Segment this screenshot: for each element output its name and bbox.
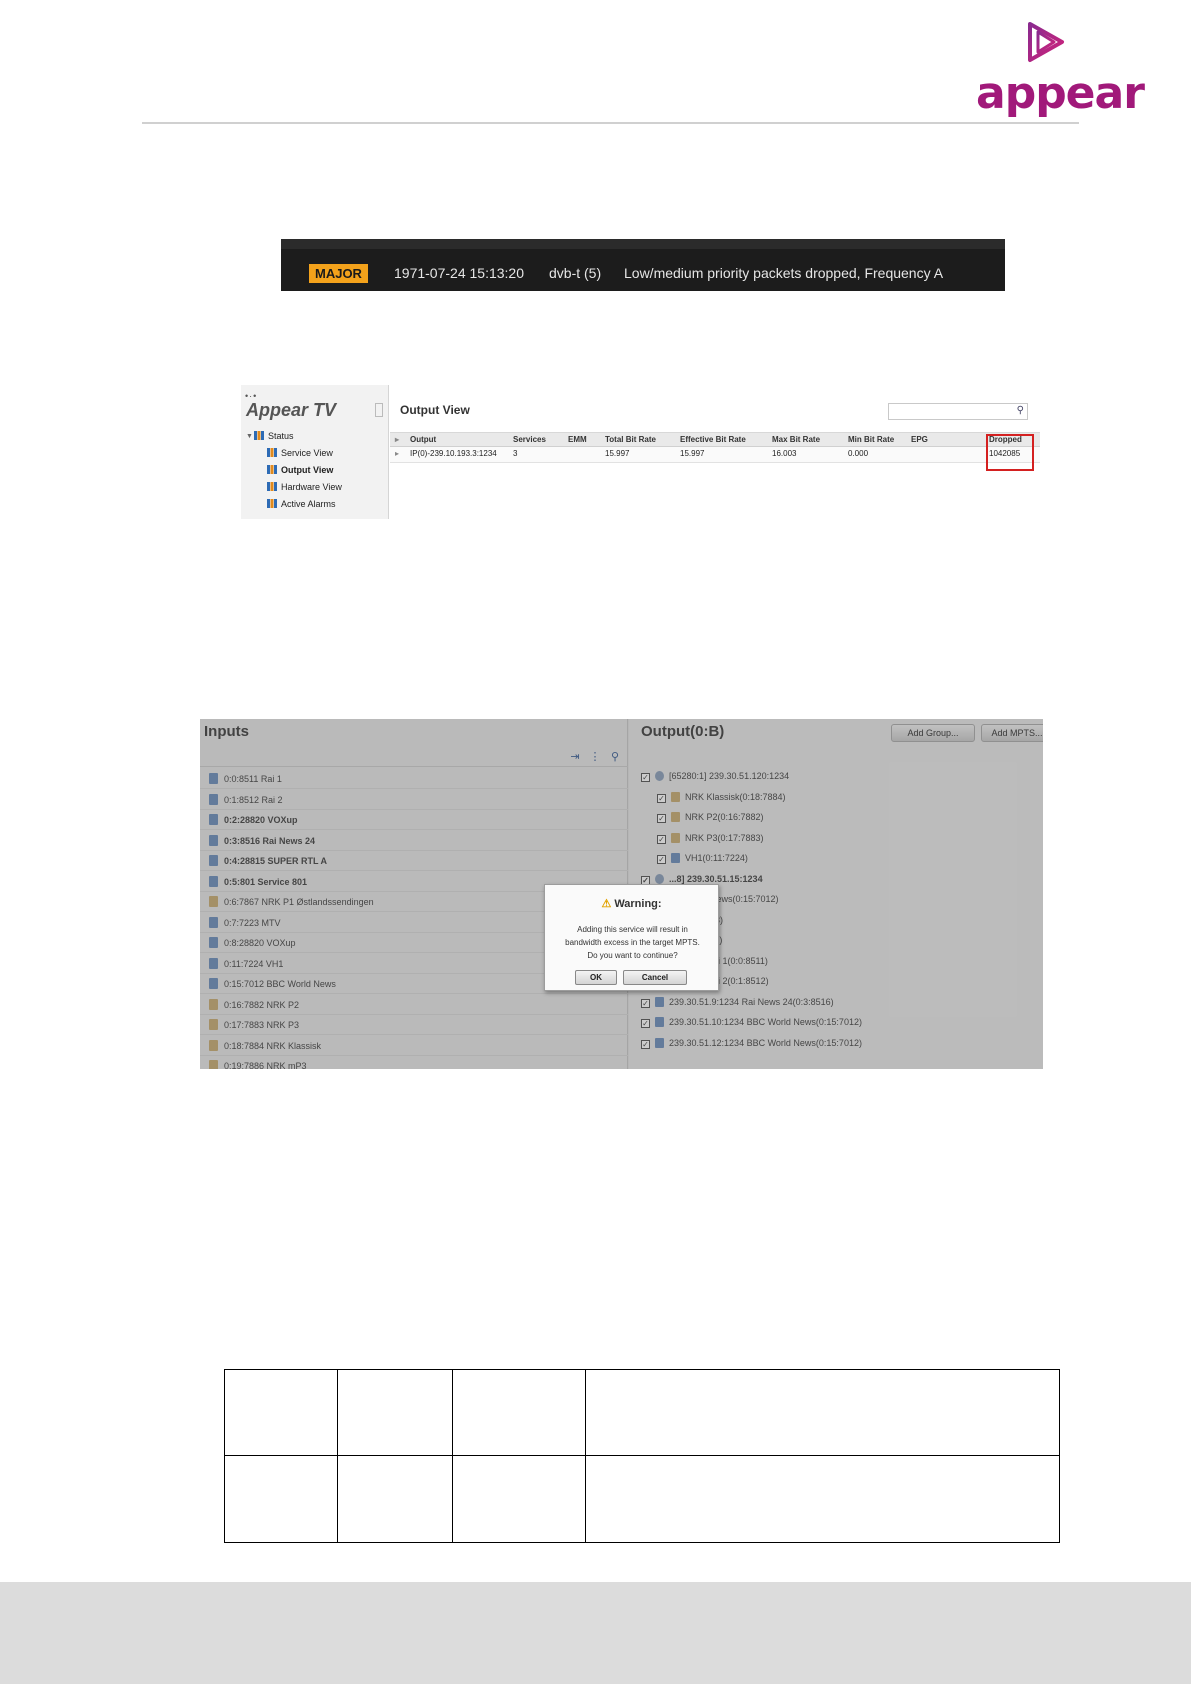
page-footer-band bbox=[0, 1582, 1191, 1684]
tree-item-hardware-view[interactable]: Hardware View bbox=[267, 482, 342, 492]
play-triangle-icon bbox=[1028, 22, 1064, 62]
bar-chart-icon bbox=[267, 499, 277, 508]
tree-item-service-view[interactable]: Service View bbox=[267, 448, 333, 458]
cell-output: IP(0)-239.10.193.3:1234 bbox=[410, 449, 497, 458]
cell-total-bit-rate: 15.997 bbox=[605, 449, 630, 458]
col-effective-bit-rate[interactable]: Effective Bit Rate bbox=[680, 435, 746, 444]
appear-logo: appear bbox=[976, 18, 1145, 119]
warning-title: ⚠ Warning: bbox=[601, 898, 662, 910]
table-cell bbox=[452, 1369, 586, 1456]
col-epg[interactable]: EPG bbox=[911, 435, 928, 444]
bar-chart-icon bbox=[267, 465, 277, 474]
tree-item-output-view[interactable]: Output View bbox=[267, 465, 333, 475]
app-title: Appear TV bbox=[246, 400, 337, 420]
table-cell bbox=[452, 1455, 586, 1543]
table-row[interactable]: ▸ IP(0)-239.10.193.3:1234 3 15.997 15.99… bbox=[390, 447, 1040, 463]
warning-icon: ⚠ bbox=[601, 898, 612, 910]
dropped-highlight bbox=[986, 434, 1034, 471]
alarm-bar: MAJOR 1971-07-24 15:13:20 dvb-t (5) Low/… bbox=[281, 239, 1005, 291]
table-cell bbox=[224, 1369, 338, 1456]
ok-button[interactable]: OK bbox=[575, 970, 617, 985]
table-cell bbox=[585, 1369, 1060, 1456]
cancel-button[interactable]: Cancel bbox=[623, 970, 687, 985]
table-cell bbox=[585, 1455, 1060, 1543]
cell-min-bit-rate: 0.000 bbox=[848, 449, 869, 458]
expand-caret-icon[interactable]: ▼ bbox=[246, 433, 253, 440]
col-min-bit-rate[interactable]: Min Bit Rate bbox=[848, 435, 894, 444]
tree-item-active-alarms[interactable]: Active Alarms bbox=[267, 499, 336, 509]
table-cell bbox=[337, 1455, 453, 1543]
expand-arrow-icon[interactable]: ▸ bbox=[395, 449, 399, 458]
search-input[interactable]: ⚲ bbox=[888, 403, 1028, 420]
col-output[interactable]: Output bbox=[410, 435, 436, 444]
sidebar: •·• Appear TV ▼ Status Service View Outp… bbox=[241, 385, 389, 519]
col-total-bit-rate[interactable]: Total Bit Rate bbox=[605, 435, 656, 444]
bar-chart-icon bbox=[267, 482, 277, 491]
cell-effective-bit-rate: 15.997 bbox=[680, 449, 705, 458]
collapse-handle[interactable] bbox=[375, 403, 383, 417]
warning-message: Adding this service will result in bandw… bbox=[565, 925, 700, 960]
col-emm[interactable]: EMM bbox=[568, 435, 587, 444]
search-icon[interactable]: ⚲ bbox=[1017, 405, 1024, 416]
table-cell bbox=[224, 1455, 338, 1543]
alarm-timestamp: 1971-07-24 15:13:20 bbox=[394, 265, 524, 281]
cell-max-bit-rate: 16.003 bbox=[772, 449, 797, 458]
output-view-screenshot: •·• Appear TV ▼ Status Service View Outp… bbox=[241, 385, 1040, 519]
tree-root-status[interactable]: Status bbox=[254, 431, 294, 441]
page-title: Output View bbox=[400, 403, 470, 417]
brand-wordmark: appear bbox=[976, 68, 1145, 119]
header-divider bbox=[142, 122, 1079, 124]
table-header: ▸ Output Services EMM Total Bit Rate Eff… bbox=[390, 432, 1040, 447]
col-services[interactable]: Services bbox=[513, 435, 546, 444]
alarm-source: dvb-t (5) bbox=[549, 265, 602, 281]
document-table bbox=[224, 1369, 1060, 1543]
severity-badge: MAJOR bbox=[309, 264, 368, 283]
table-cell bbox=[337, 1369, 453, 1456]
bar-chart-icon bbox=[267, 448, 277, 457]
table-row bbox=[224, 1455, 1060, 1543]
alarm-message: Low/medium priority packets dropped, Fre… bbox=[624, 265, 944, 281]
col-max-bit-rate[interactable]: Max Bit Rate bbox=[772, 435, 820, 444]
table-row bbox=[224, 1369, 1060, 1456]
cell-services: 3 bbox=[513, 449, 518, 458]
bar-chart-icon bbox=[254, 431, 264, 440]
expand-arrow-icon: ▸ bbox=[395, 435, 400, 444]
warning-dialog: ⚠ Warning: Adding this service will resul… bbox=[544, 884, 719, 991]
